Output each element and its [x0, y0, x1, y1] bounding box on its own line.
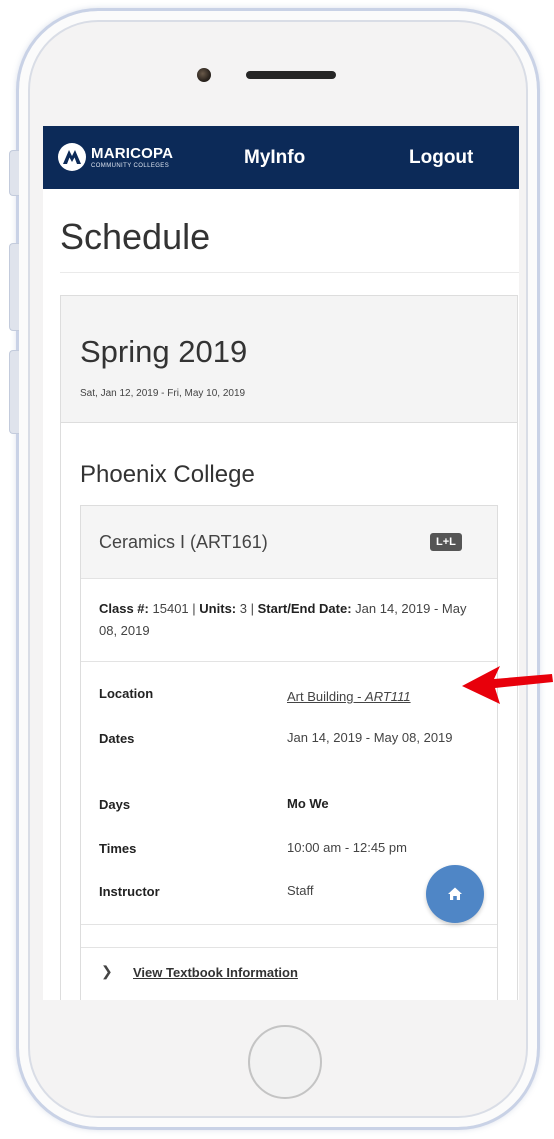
- location-building: Art Building -: [287, 689, 366, 704]
- location-room: ART111: [365, 689, 411, 704]
- times-label: Times: [99, 841, 137, 856]
- location-label: Location: [99, 686, 154, 701]
- days-label: Days: [99, 797, 131, 812]
- dates-label: Dates: [99, 731, 135, 746]
- location-link[interactable]: Art Building - ART111: [287, 686, 457, 708]
- course-card: Ceramics I (ART161) L+L Class #: 15401 |…: [80, 505, 498, 1000]
- class-info: Class #: 15401 | Units: 3 | Start/End Da…: [99, 598, 471, 642]
- times-value: 10:00 am - 12:45 pm: [287, 840, 407, 855]
- home-icon: [448, 887, 462, 900]
- course-header: Ceramics I (ART161) L+L: [81, 506, 497, 579]
- class-number-value: 15401: [152, 601, 189, 616]
- nav-logout-link[interactable]: Logout: [409, 147, 473, 169]
- term-header: Spring 2019 Sat, Jan 12, 2019 - Fri, May…: [61, 296, 517, 423]
- top-navbar: MARICOPA COMMUNITY COLLEGES MyInfo Logou…: [43, 126, 519, 189]
- home-fab-button[interactable]: [426, 865, 484, 923]
- page-title: Schedule: [60, 216, 211, 257]
- earpiece-speaker: [246, 71, 336, 79]
- brand-subtitle: COMMUNITY COLLEGES: [91, 162, 170, 169]
- red-arrow-icon: [462, 666, 553, 704]
- instructor-label: Instructor: [99, 884, 160, 899]
- course-title: Ceramics I (ART161): [99, 532, 268, 552]
- term-card: Spring 2019 Sat, Jan 12, 2019 - Fri, May…: [60, 295, 518, 1000]
- term-dates: Sat, Jan 12, 2019 - Fri, May 10, 2019: [80, 388, 246, 399]
- phone-mute-switch: [9, 150, 19, 196]
- phone-volume-down: [9, 350, 19, 434]
- class-number-label: Class #:: [99, 601, 149, 616]
- separator: |: [192, 601, 196, 616]
- phone-screen: MARICOPA COMMUNITY COLLEGES MyInfo Logou…: [43, 126, 519, 1000]
- view-textbook-link[interactable]: View Textbook Information: [133, 965, 298, 980]
- course-format-badge: L+L: [430, 533, 462, 551]
- brand-text: MARICOPA COMMUNITY COLLEGES: [91, 146, 173, 169]
- phone-home-button[interactable]: [248, 1025, 322, 1099]
- phone-volume-up: [9, 243, 19, 331]
- course-details: Location Art Building - ART111 Dates Jan…: [81, 661, 497, 925]
- maricopa-logo[interactable]: MARICOPA COMMUNITY COLLEGES: [57, 142, 173, 172]
- units-label: Units:: [199, 601, 237, 616]
- dates-value: Jan 14, 2019 - May 08, 2019: [287, 730, 453, 745]
- term-name: Spring 2019: [80, 334, 248, 369]
- start-end-label: Start/End Date:: [257, 601, 352, 616]
- brand-name: MARICOPA: [91, 144, 174, 162]
- nav-myinfo-link[interactable]: MyInfo: [244, 147, 305, 169]
- title-divider: [60, 272, 519, 273]
- separator: |: [250, 601, 255, 616]
- textbook-row[interactable]: ❯ View Textbook Information: [81, 947, 497, 998]
- chevron-right-icon: ❯: [101, 963, 113, 979]
- days-value: Mo We: [287, 796, 329, 811]
- college-name: Phoenix College: [80, 461, 255, 488]
- maricopa-logo-icon: [58, 143, 86, 171]
- front-camera: [197, 68, 211, 82]
- units-value: 3: [239, 601, 247, 616]
